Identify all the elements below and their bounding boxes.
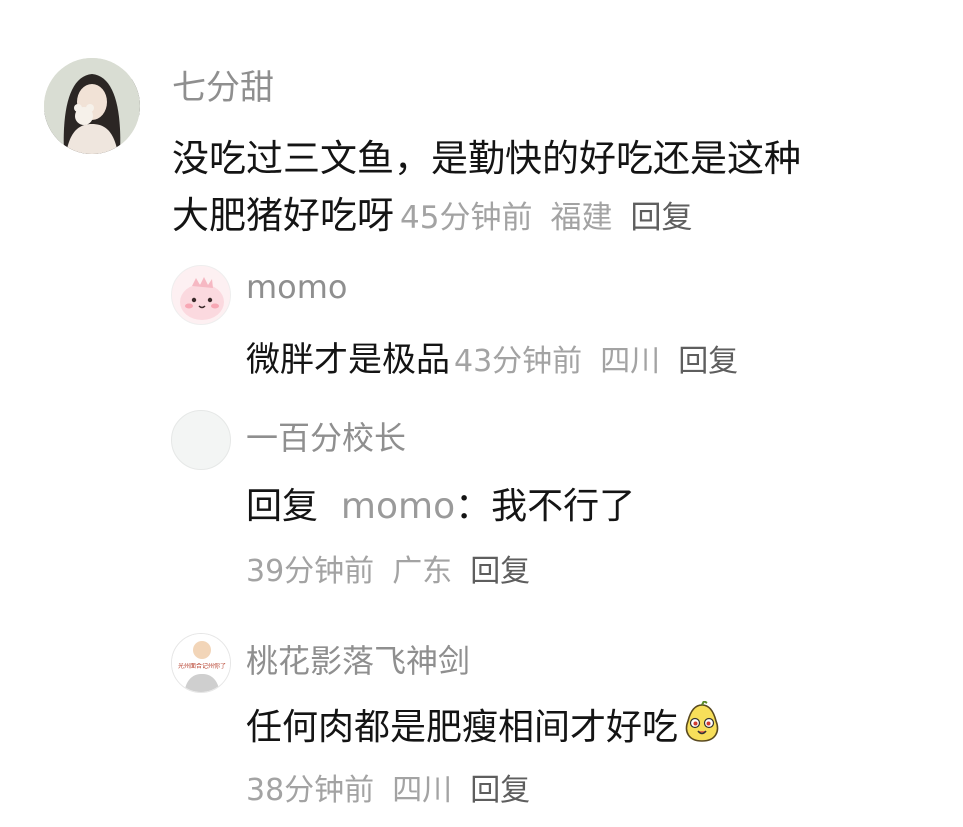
mention-link[interactable]: momo [341, 486, 455, 527]
cartoon-avatar-icon [172, 266, 230, 324]
comment-author[interactable]: 七分甜 [172, 60, 274, 109]
reply-author[interactable]: 一百分校长 [246, 413, 406, 459]
reply-content: 任何肉都是肥瘦相间才好吃 [246, 707, 679, 748]
reply-prefix: 回复 [246, 486, 319, 527]
reply-text: 回复 momo：我不行了 [246, 477, 635, 529]
reply-button[interactable]: 回复 [678, 344, 738, 379]
user-avatar[interactable]: 光州面合记州你了 [171, 633, 231, 693]
reply-author[interactable]: 桃花影落飞神剑 [246, 636, 470, 682]
user-avatar[interactable] [44, 58, 140, 154]
reply-meta: 39分钟前 广东 回复 [246, 546, 548, 590]
mention-separator: ： [455, 486, 492, 527]
reply-meta: 43分钟前 四川 回复 [454, 344, 756, 379]
reply-text: 微胖才是极品 43分钟前 四川 回复 [246, 332, 756, 381]
comment-time: 45分钟前 [400, 200, 533, 236]
reply-button[interactable]: 回复 [630, 200, 692, 236]
user-avatar[interactable] [171, 410, 231, 470]
user-avatar[interactable] [171, 265, 231, 325]
comment-text-line1: 没吃过三文鱼，是勤快的好吃还是这种 [172, 137, 801, 180]
reply-time: 43分钟前 [454, 344, 583, 379]
comment-text-line2: 大肥猪好吃呀 45分钟前 福建 回复 [172, 185, 710, 239]
avatar-photo-icon [44, 58, 140, 154]
smiling-pear-emoji-icon [680, 699, 724, 754]
comment-location: 福建 [550, 200, 613, 236]
reply-content: 我不行了 [491, 486, 636, 527]
reply-button[interactable]: 回复 [470, 773, 530, 808]
reply-location: 四川 [600, 344, 661, 379]
reply-meta: 38分钟前 四川 回复 [246, 765, 548, 809]
reply-content: 微胖才是极品 [246, 340, 450, 380]
reply-location: 四川 [392, 773, 453, 808]
avatar-caption: 光州面合记州你了 [177, 663, 226, 670]
reply-location: 广东 [392, 554, 453, 589]
reply-button[interactable]: 回复 [470, 554, 530, 589]
reply-text: 任何肉都是肥瘦相间才好吃 [246, 698, 724, 754]
reply-author[interactable]: momo [246, 268, 348, 306]
comment-text-line2-content: 大肥猪好吃呀 [172, 194, 394, 237]
reply-time: 38分钟前 [246, 773, 375, 808]
comment-meta: 45分钟前 福建 回复 [400, 200, 710, 236]
reply-time: 39分钟前 [246, 554, 375, 589]
